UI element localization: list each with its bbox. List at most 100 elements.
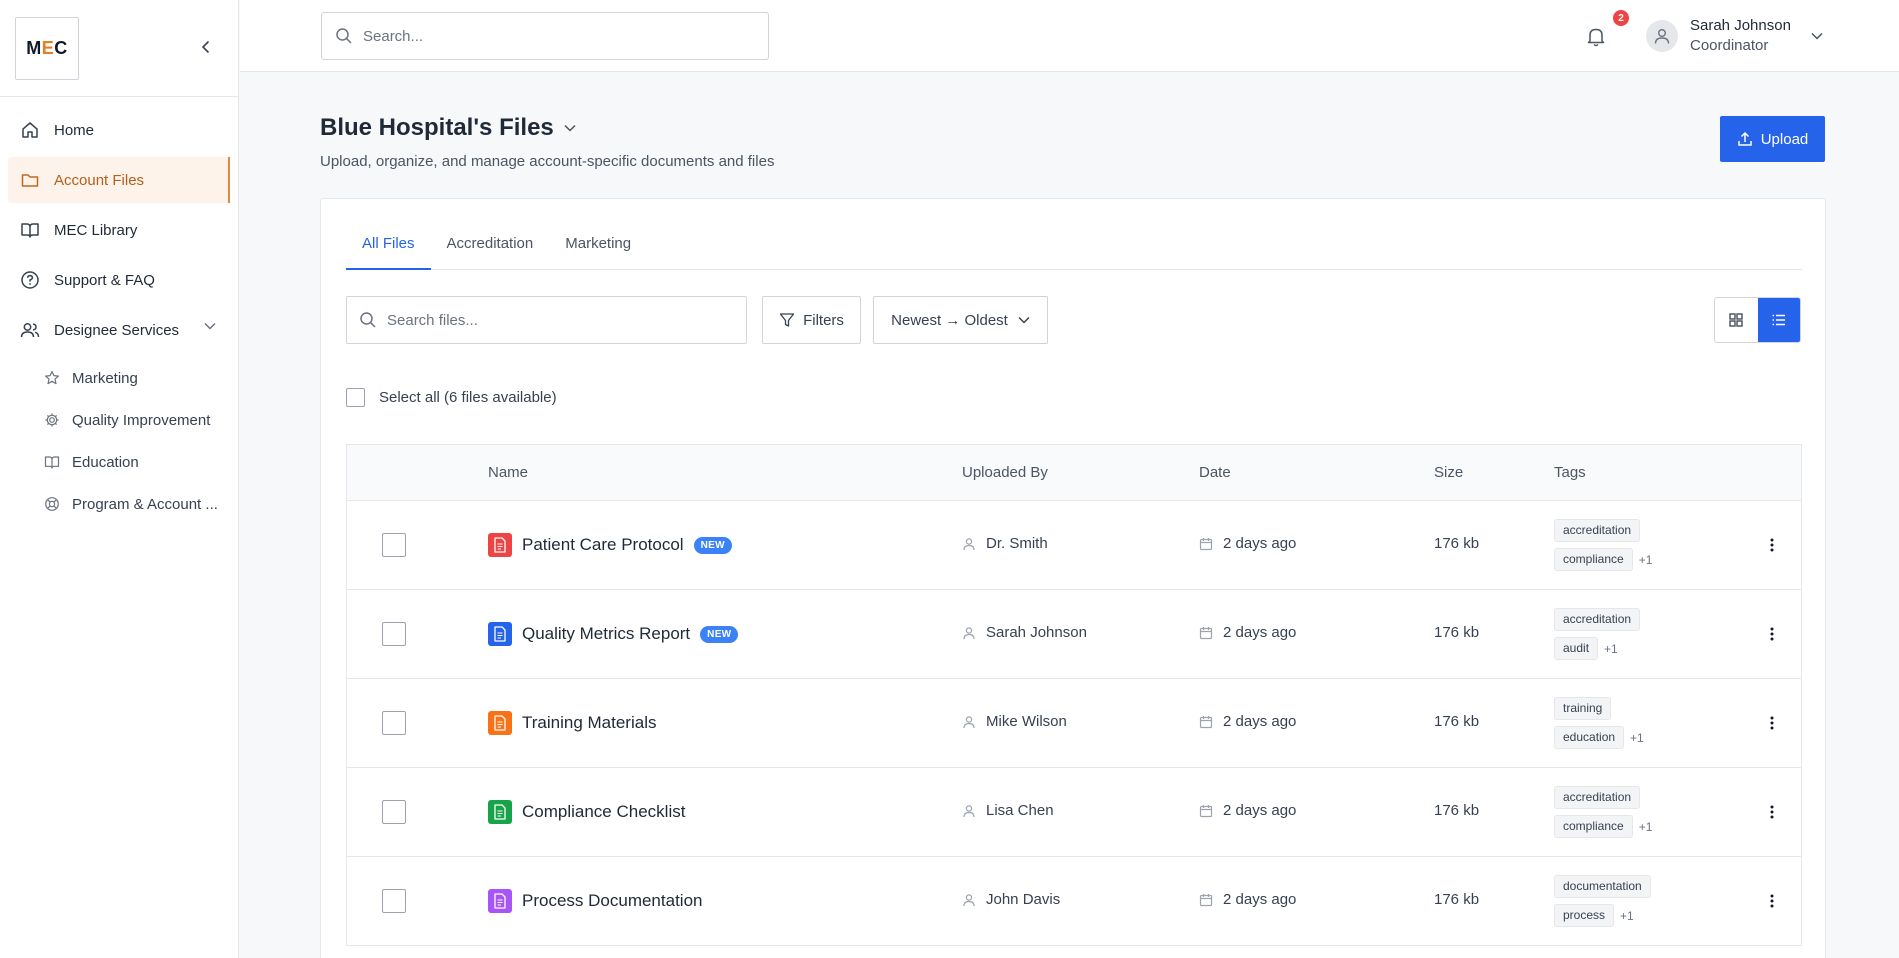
sort-select[interactable]: Newest → Oldest <box>873 296 1048 344</box>
file-icon <box>488 800 512 824</box>
page-subtitle: Upload, organize, and manage account-spe… <box>320 153 775 170</box>
column-header-size[interactable]: Size <box>1434 464 1463 481</box>
file-tabs: All Files Accreditation Marketing <box>346 217 1802 270</box>
calendar-icon <box>1199 626 1213 639</box>
tag[interactable]: accreditation <box>1554 608 1641 631</box>
more-tags-count[interactable]: +1 <box>1639 553 1653 567</box>
users-icon <box>20 323 40 338</box>
tag[interactable]: compliance <box>1554 548 1633 571</box>
sort-label: Newest → Oldest <box>891 311 1008 329</box>
row-actions-button[interactable] <box>1762 713 1782 733</box>
grid-icon <box>1729 313 1743 327</box>
tag-line: compliance +1 <box>1554 815 1652 838</box>
column-header-uploaded-by[interactable]: Uploaded By <box>962 464 1048 481</box>
table-row[interactable]: Training Materials Mike Wilson 2 days ag… <box>347 679 1801 768</box>
tab-all-files[interactable]: All Files <box>346 217 431 270</box>
column-header-name[interactable]: Name <box>488 464 528 481</box>
tab-marketing[interactable]: Marketing <box>549 217 647 270</box>
file-name-cell[interactable]: Process Documentation <box>488 889 702 913</box>
file-name-cell[interactable]: Quality Metrics Report NEW <box>488 622 739 646</box>
tab-accreditation[interactable]: Accreditation <box>431 217 550 270</box>
row-actions-button[interactable] <box>1762 624 1782 644</box>
tag-line: training <box>1554 697 1644 720</box>
sidebar-item-mec-library[interactable]: MEC Library <box>8 207 230 253</box>
tag[interactable]: accreditation <box>1554 786 1641 809</box>
tag[interactable]: training <box>1554 697 1612 720</box>
tag[interactable]: documentation <box>1554 875 1651 898</box>
row-checkbox[interactable] <box>382 711 406 735</box>
sidebar-item-support-faq[interactable]: Support & FAQ <box>8 257 230 303</box>
more-tags-count[interactable]: +1 <box>1639 820 1653 834</box>
file-search[interactable] <box>346 296 747 344</box>
list-view-button[interactable] <box>1757 298 1800 342</box>
sidebar-item-home[interactable]: Home <box>8 107 230 153</box>
tag-line: accreditation <box>1554 519 1652 542</box>
file-name[interactable]: Quality Metrics Report <box>522 624 690 644</box>
table-row[interactable]: Quality Metrics Report NEW Sarah Johnson… <box>347 590 1801 679</box>
select-all-checkbox[interactable] <box>346 388 365 407</box>
sidebar-subitem-marketing[interactable]: Marketing <box>0 357 238 399</box>
file-name[interactable]: Process Documentation <box>522 891 702 911</box>
sidebar-item-designee-services[interactable]: Designee Services <box>8 307 230 353</box>
topbar: 2 Sarah Johnson Coordinator <box>240 0 1899 72</box>
file-name[interactable]: Training Materials <box>522 713 656 733</box>
file-name-cell[interactable]: Training Materials <box>488 711 656 735</box>
more-tags-count[interactable]: +1 <box>1604 642 1618 656</box>
files-table: Name Uploaded By Date Size Tags Patient … <box>346 444 1802 946</box>
row-actions-button[interactable] <box>1762 535 1782 555</box>
file-icon <box>488 889 512 913</box>
row-actions-button[interactable] <box>1762 891 1782 911</box>
tag[interactable]: education <box>1554 726 1625 749</box>
select-all[interactable]: Select all (6 files available) <box>346 388 557 407</box>
uploaded-by-cell: Sarah Johnson <box>962 624 1087 641</box>
global-search-input[interactable] <box>363 27 743 45</box>
document-icon <box>494 626 506 642</box>
mec-logo[interactable]: MEC <box>15 17 79 80</box>
more-tags-count[interactable]: +1 <box>1630 731 1644 745</box>
sidebar-subitem-education[interactable]: Education <box>0 441 238 483</box>
filters-button[interactable]: Filters <box>762 296 861 344</box>
tag[interactable]: accreditation <box>1554 519 1641 542</box>
sidebar-item-label: Support & FAQ <box>54 271 155 289</box>
column-header-date[interactable]: Date <box>1199 464 1231 481</box>
row-checkbox[interactable] <box>382 800 406 824</box>
tags-cell: accreditation compliance +1 <box>1554 519 1652 571</box>
sidebar-subitem-program-account[interactable]: Program & Account ... <box>0 483 238 525</box>
global-search[interactable] <box>321 12 769 60</box>
new-badge: NEW <box>700 625 739 643</box>
account-switcher[interactable]: Blue Hospital's Files <box>320 114 576 142</box>
calendar-icon <box>1199 804 1213 817</box>
tag-line: education +1 <box>1554 726 1644 749</box>
file-name-cell[interactable]: Compliance Checklist <box>488 800 685 824</box>
sidebar-item-account-files[interactable]: Account Files <box>8 157 230 203</box>
grid-view-button[interactable] <box>1715 298 1758 342</box>
file-search-input[interactable] <box>387 311 727 329</box>
row-checkbox[interactable] <box>382 533 406 557</box>
upload-date: 2 days ago <box>1223 535 1297 552</box>
table-row[interactable]: Patient Care Protocol NEW Dr. Smith 2 da… <box>347 501 1801 590</box>
table-row[interactable]: Process Documentation John Davis 2 days … <box>347 857 1801 946</box>
tags-cell: accreditation audit +1 <box>1554 608 1641 660</box>
folder-icon <box>21 174 39 187</box>
row-checkbox[interactable] <box>382 889 406 913</box>
file-name[interactable]: Patient Care Protocol <box>522 535 684 555</box>
notifications-button[interactable] <box>1584 24 1608 48</box>
collapse-sidebar-button[interactable] <box>196 37 216 57</box>
sidebar: MEC Home Account Files MEC Library Suppo… <box>0 0 239 958</box>
sidebar-subitem-label: Quality Improvement <box>72 411 211 429</box>
search-icon <box>336 28 352 44</box>
sidebar-subitem-quality-improvement[interactable]: Quality Improvement <box>0 399 238 441</box>
page-title: Blue Hospital's Files <box>320 114 554 141</box>
row-actions-button[interactable] <box>1762 802 1782 822</box>
user-menu[interactable]: Sarah Johnson Coordinator <box>1646 16 1823 56</box>
table-row[interactable]: Compliance Checklist Lisa Chen 2 days ag… <box>347 768 1801 857</box>
upload-button[interactable]: Upload <box>1720 116 1825 162</box>
file-name[interactable]: Compliance Checklist <box>522 802 685 822</box>
file-name-cell[interactable]: Patient Care Protocol NEW <box>488 533 732 557</box>
more-tags-count[interactable]: +1 <box>1620 909 1634 923</box>
row-checkbox[interactable] <box>382 622 406 646</box>
tag[interactable]: compliance <box>1554 815 1633 838</box>
tag[interactable]: process <box>1554 904 1615 927</box>
sidebar-subitem-label: Program & Account ... <box>72 495 218 513</box>
tag[interactable]: audit <box>1554 637 1599 660</box>
